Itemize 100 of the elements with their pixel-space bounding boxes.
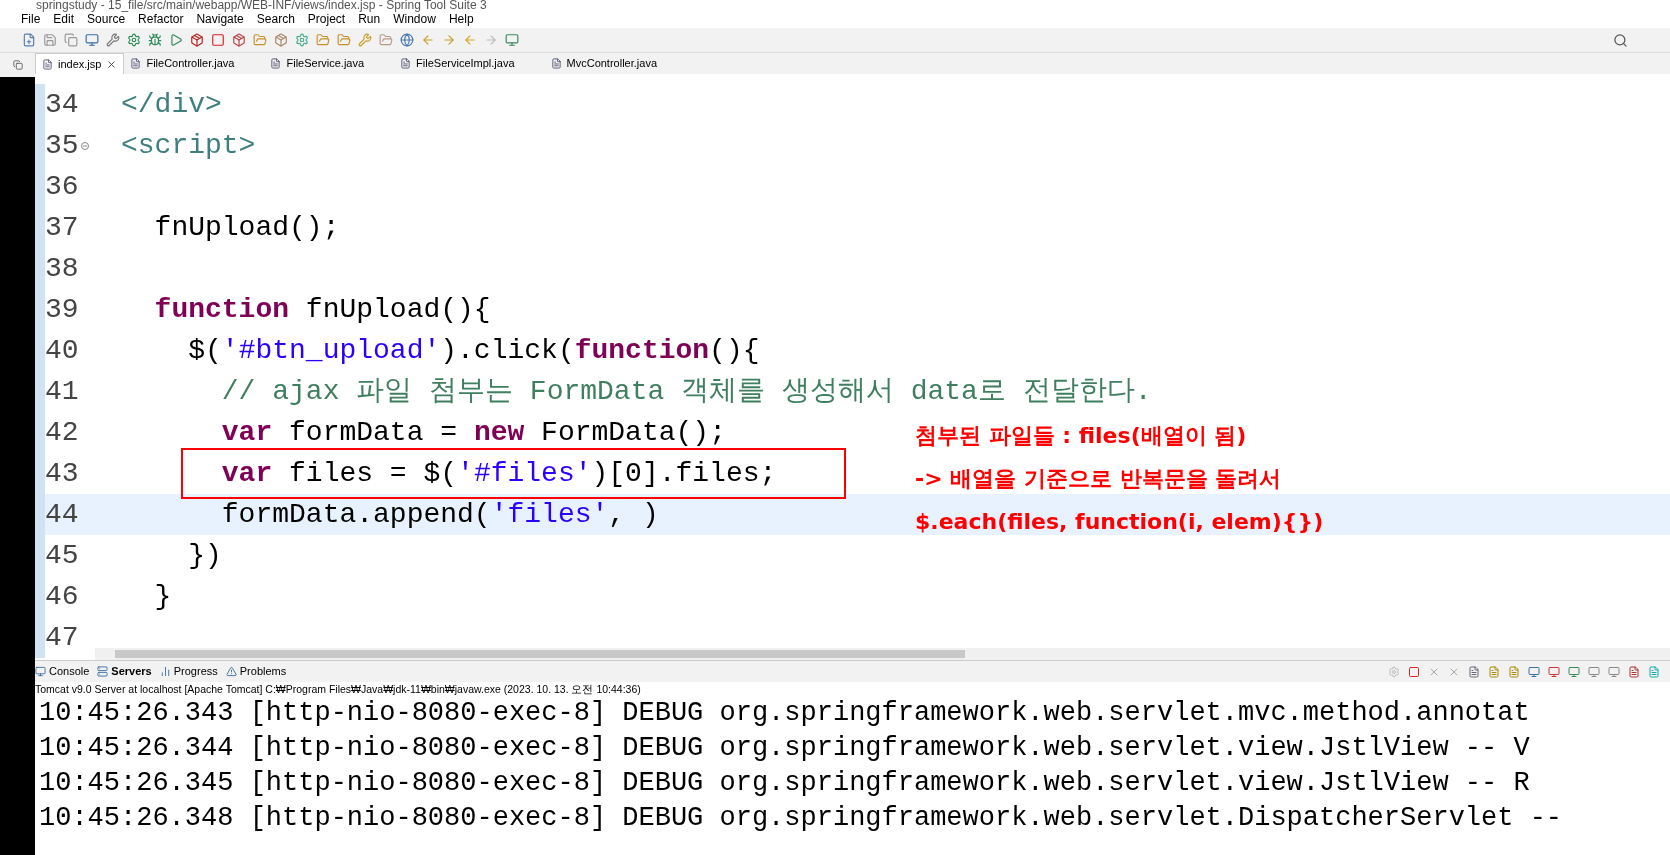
window-title: springstudy - 15_file/src/main/webapp/WEB-INF/views/index.jsp - Spring Tool Suite 3 [36,0,487,11]
code-line: var files = $('#files')[0].files; [220,456,777,491]
tab-label: FileService.java [286,56,365,72]
search-icon[interactable] [1613,32,1628,48]
annotation-text: 첨부된 파일들 : files(배열이 됨) [915,422,1248,450]
console-toolbar-icon[interactable] [1568,665,1580,678]
code-line: }) [187,538,222,573]
line-number: 42 [45,415,80,450]
line-number: 35 [45,128,80,163]
console-tab[interactable]: Console [35,663,90,680]
tab-label: Problems [239,664,287,680]
code-line: } [153,579,172,614]
console-tab[interactable]: Progress [159,663,218,680]
code-line: function fnUpload(){ [153,292,491,327]
console-toolbar-icon[interactable] [1608,665,1620,678]
tab-label: FileController.java [146,56,235,72]
code-line: formData.append('files', ) [220,497,659,532]
line-number: 45 [45,538,80,573]
tab-label: FileServiceImpl.java [416,56,515,72]
log-line: 10:45:26.348 [http-nio-8080-exec-8] DEBUG org.springframework.web.servlet.DispatcherServlet -- [39,802,1563,835]
tab-icon [159,666,171,677]
log-line: 10:45:26.344 [http-nio-8080-exec-8] DEBUG org.springframework.web.servlet.view.JstlView -- V [39,732,1530,765]
file-icon [270,58,282,69]
console-info: Tomcat v9.0 Server at localhost [Apache Tomcat] C:₩Program Files₩Java₩jdk-11₩bin₩javaw.exe (2023. 10. 13. 오전 10:44:36) [35,682,642,696]
line-number: 40 [45,333,80,368]
tab-label: index.jsp [58,56,102,72]
annotation-text: -> 배열을 기준으로 반복문을 돌려서 [915,465,1283,493]
console-toolbar-icon[interactable] [1408,665,1420,678]
toolbar-icon[interactable] [85,33,99,47]
tab-label: Servers [111,664,152,680]
line-number: 37 [45,210,80,245]
toolbar-icon[interactable] [379,33,393,47]
fold-icon[interactable] [81,141,89,150]
line-number: 41 [45,374,80,409]
code-line: // ajax 파일 첨부는 FormData 객체를 생성해서 data로 전달한다. [220,374,1152,409]
file-icon [130,58,142,69]
console-tab[interactable]: Servers [97,663,152,680]
toolbar-icon[interactable] [190,33,204,47]
editor-tab[interactable]: FileController.java [124,53,265,74]
toolbar-icon[interactable] [211,33,225,47]
toolbar-icon[interactable] [106,33,120,47]
toolbar-icon[interactable] [64,33,78,47]
line-number: 38 [45,251,80,286]
close-icon[interactable] [106,58,118,70]
line-number: 34 [45,87,80,122]
console-toolbar-icon[interactable] [1648,665,1660,678]
console-toolbar-icon[interactable] [1468,665,1480,678]
line-number: 46 [45,579,80,614]
menu-item[interactable]: Help [448,9,474,28]
line-number: 43 [45,456,80,491]
editor-tab[interactable]: FileServiceImpl.java [394,53,545,74]
menu-item[interactable]: Search [256,9,295,28]
restore-icon[interactable] [12,60,23,70]
toolbar-icon[interactable] [337,33,351,47]
toolbar-icon[interactable] [43,33,57,47]
toolbar-icon[interactable] [316,33,330,47]
console-toolbar-icon[interactable] [1628,665,1640,678]
tab-icon [35,666,46,677]
menu-item[interactable]: Refactor [138,9,184,28]
toolbar-icon[interactable] [169,33,183,47]
line-number: 47 [45,620,80,655]
line-number: 36 [45,169,80,204]
toolbar-icon[interactable] [232,33,246,47]
tab-label: Console [49,664,90,680]
toolbar-icon[interactable] [295,33,309,47]
toolbar-icon[interactable] [148,33,162,47]
tab-icon [97,666,109,677]
code-line: $('#btn_upload').click(function(){ [187,333,760,368]
file-icon [550,58,562,69]
toolbar-icon[interactable] [127,33,141,47]
code-line: </div> [121,87,222,122]
console-toolbar-icon[interactable] [1588,665,1600,678]
console-toolbar-icon[interactable] [1508,665,1520,678]
console-toolbar-icon[interactable] [1528,665,1540,678]
horizontal-scrollbar[interactable] [95,648,1670,660]
log-line: 10:45:26.343 [http-nio-8080-exec-8] DEBUG org.springframework.web.servlet.mvc.method.annotat [39,697,1530,730]
code-line: fnUpload(); [153,210,340,245]
line-number: 39 [45,292,80,327]
code-line: <script> [121,128,256,163]
menu-item[interactable]: Project [307,9,346,28]
log-line: 10:45:26.345 [http-nio-8080-exec-8] DEBUG org.springframework.web.servlet.view.JstlView -- R [39,767,1530,800]
console-toolbar-icon[interactable] [1488,665,1500,678]
line-number: 44 [45,497,80,532]
file-icon [42,58,53,70]
console-tab[interactable]: Problems [225,663,287,680]
tab-label: MvcController.java [566,56,657,72]
toolbar-icon[interactable] [400,33,414,47]
toolbar-icon[interactable] [22,33,36,47]
editor-tab[interactable]: FileService.java [264,53,395,74]
console-toolbar-icon[interactable] [1548,665,1560,678]
menu-item[interactable]: File [21,9,41,28]
editor-tab[interactable]: index.jsp [35,53,125,74]
tab-label: Progress [173,664,218,680]
annotation-text: $.each(files, function(i, elem){}) [915,508,1324,536]
toolbar-icon[interactable] [274,33,288,47]
toolbar-icon[interactable] [505,33,519,47]
editor-tab[interactable]: MvcController.java [544,53,687,74]
toolbar-icon[interactable] [253,33,267,47]
tab-icon [225,666,237,677]
file-icon [400,58,412,69]
